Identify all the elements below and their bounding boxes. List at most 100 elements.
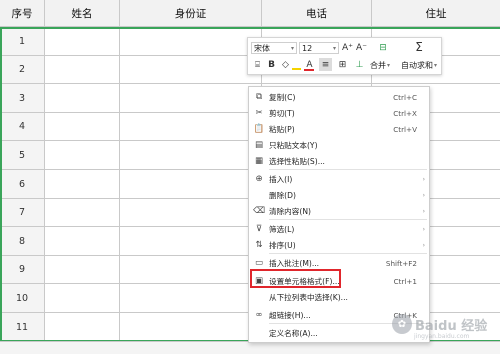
row-number[interactable]: 1 (0, 27, 45, 56)
menu-item[interactable]: ▭ 插入批注(M)... Shift+F2 (249, 255, 429, 271)
font-name-select[interactable]: 宋体 ▾ (251, 42, 297, 54)
row-number-label: 9 (18, 264, 26, 275)
menu-item[interactable]: ⊕ 插入(I) › (249, 171, 429, 187)
grid-cell[interactable] (120, 141, 262, 170)
menu-item[interactable]: 📋 粘贴(P) Ctrl+V (249, 121, 429, 137)
autosum-button[interactable]: 自动求和 ▾ (401, 60, 437, 71)
font-size-value: 12 (302, 43, 313, 53)
font-size-select[interactable]: 12 ▾ (299, 42, 339, 54)
grid-cell[interactable] (45, 170, 120, 199)
header-seq[interactable]: 序号 (0, 0, 45, 27)
grid-cell[interactable] (120, 227, 262, 256)
row-number-label: 8 (18, 235, 26, 247)
menu-item-shortcut: Ctrl+1 (393, 276, 417, 286)
menu-item[interactable]: 从下拉列表中选择(K)... (249, 289, 429, 305)
increase-font-label: A⁺ (342, 42, 353, 53)
menu-separator (269, 253, 427, 254)
header-label: 电话 (306, 7, 327, 20)
eraser-icon: ⌫ (252, 206, 266, 216)
menu-item[interactable]: ▤ 只粘贴文本(Y) (249, 137, 429, 153)
row-number[interactable]: 2 (0, 56, 45, 84)
row-number[interactable]: 5 (0, 141, 45, 170)
header-label: 序号 (11, 7, 33, 20)
menu-item-label: 复制(C) (269, 92, 296, 102)
decrease-font-icon[interactable]: A⁻ (355, 41, 368, 54)
grid-cell[interactable] (45, 84, 120, 113)
menu-item[interactable]: 删除(D) › (249, 187, 429, 203)
header-label: 住址 (425, 7, 447, 20)
row-number[interactable]: 6 (0, 170, 45, 199)
row-number-label: 3 (18, 92, 26, 104)
grid-cell[interactable] (45, 199, 120, 227)
grid-cell[interactable] (45, 141, 120, 170)
row-number[interactable]: 10 (0, 284, 45, 313)
row-number-label: 7 (18, 207, 26, 218)
borders-icon[interactable]: ⊞ (336, 58, 349, 71)
merge-button[interactable]: 合并 ▾ (370, 60, 390, 71)
merge-cells-icon[interactable]: ⊟ (376, 41, 390, 55)
menu-item[interactable]: ∞ 超链接(H)... Ctrl+K (249, 307, 429, 323)
grid-cell[interactable] (120, 113, 262, 141)
sigma-icon[interactable]: Σ (412, 40, 426, 54)
menu-item-label: 清除内容(N) (269, 206, 311, 216)
submenu-arrow-icon: › (422, 241, 425, 249)
grid-cell[interactable] (45, 313, 120, 342)
menu-item-label: 超链接(H)... (269, 310, 311, 320)
row-number[interactable]: 11 (0, 313, 45, 342)
grid-cell[interactable] (120, 256, 262, 284)
cut-icon: ✂ (255, 108, 263, 118)
menu-separator (269, 323, 427, 324)
increase-font-icon[interactable]: A⁺ (341, 41, 354, 54)
font-name-value: 宋体 (254, 43, 270, 53)
menu-item[interactable]: ▦ 选择性粘贴(S)... (249, 153, 429, 169)
menu-item-shortcut: Ctrl+K (393, 310, 417, 320)
mini-format-toolbar: 宋体 ▾ 12 ▾ A⁺ A⁻ ⌸ B ◇ A ≡ ⊞ ⊥ ⊟ 合并 ▾ Σ 自动求和… (247, 37, 442, 75)
format-painter-icon[interactable]: ⌸ (251, 58, 264, 71)
grid-cell[interactable] (120, 56, 262, 84)
grid-cell[interactable] (120, 170, 262, 199)
row-number[interactable]: 8 (0, 227, 45, 256)
grid-cell[interactable] (45, 284, 120, 313)
row-number-label: 5 (18, 149, 26, 161)
menu-item[interactable]: 定义名称(A)... (249, 325, 429, 341)
menu-item[interactable]: ⊽ 筛选(L) › (249, 221, 429, 237)
menu-item[interactable]: ⇅ 排序(U) › (249, 237, 429, 253)
merge-label: 合并 (370, 61, 386, 70)
header-address[interactable]: 住址 (372, 0, 500, 27)
fill-down-icon[interactable]: ⊥ (353, 58, 366, 71)
menu-item[interactable]: ✂ 剪切(T) Ctrl+X (249, 105, 429, 121)
header-phone[interactable]: 电话 (262, 0, 372, 27)
grid-cell[interactable] (120, 284, 262, 313)
grid-cell[interactable] (120, 27, 262, 56)
row-number[interactable]: 7 (0, 199, 45, 227)
chevron-down-icon: ▾ (332, 44, 336, 52)
format-cells-icon: ▣ (254, 276, 264, 286)
grid-cell[interactable] (45, 227, 120, 256)
grid-cell[interactable] (45, 27, 120, 56)
grid-cell[interactable] (45, 56, 120, 84)
grid-cell[interactable] (120, 199, 262, 227)
submenu-arrow-icon: › (422, 207, 425, 215)
row-number[interactable]: 3 (0, 84, 45, 113)
chevron-down-icon: ▾ (387, 62, 391, 69)
row-number[interactable]: 4 (0, 113, 45, 141)
fill-color-icon[interactable]: ◇ (279, 58, 292, 71)
menu-item-label: 从下拉列表中选择(K)... (269, 292, 348, 302)
menu-item-shortcut: Ctrl+X (393, 108, 417, 118)
header-name[interactable]: 姓名 (45, 0, 120, 27)
menu-item-label: 筛选(L) (269, 224, 295, 234)
grid-cell[interactable] (120, 313, 262, 342)
link-icon: ∞ (255, 310, 263, 320)
menu-item[interactable]: ⧉ 复制(C) Ctrl+C (249, 89, 429, 105)
menu-item[interactable]: ⌫ 清除内容(N) › (249, 203, 429, 219)
menu-separator (269, 169, 427, 170)
grid-cell[interactable] (120, 84, 262, 113)
align-center-icon[interactable]: ≡ (319, 58, 332, 71)
row-number[interactable]: 9 (0, 256, 45, 284)
menu-item-label: 只粘贴文本(Y) (269, 140, 318, 150)
bold-button[interactable]: B (265, 58, 278, 71)
grid-cell[interactable] (45, 256, 120, 284)
grid-cell[interactable] (45, 113, 120, 141)
header-id-card[interactable]: 身份证 (120, 0, 262, 27)
menu-item[interactable]: ▣ 设置单元格格式(F)... Ctrl+1 (249, 273, 429, 289)
